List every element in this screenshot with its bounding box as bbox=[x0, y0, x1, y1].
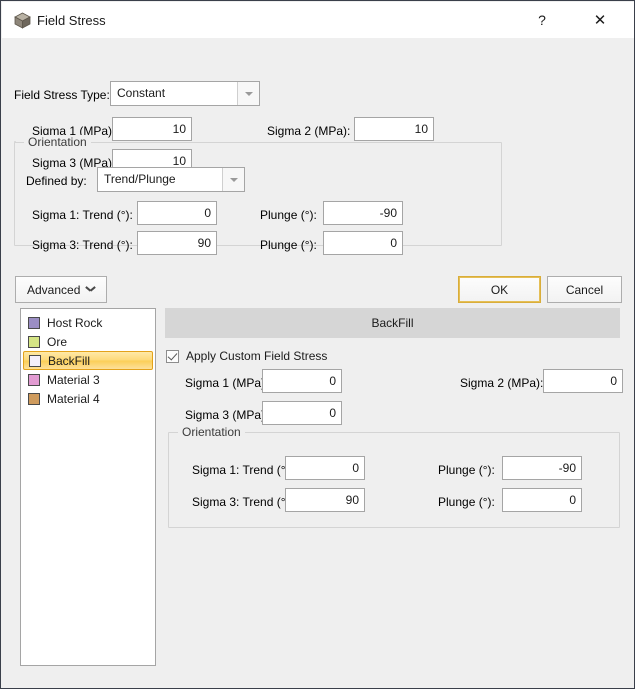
advanced-button-label: Advanced bbox=[27, 282, 81, 297]
field-stress-type-value: Constant bbox=[117, 86, 166, 100]
detail-sigma1-label: Sigma 1 (MPa): bbox=[185, 376, 269, 390]
field-stress-type-label: Field Stress Type: bbox=[14, 88, 110, 102]
chevron-down-icon bbox=[244, 91, 253, 96]
sigma1-trend-label: Sigma 1: Trend (°): bbox=[32, 208, 133, 222]
detail-orientation-title: Orientation bbox=[178, 425, 245, 439]
sigma1-trend-input[interactable] bbox=[137, 201, 217, 225]
material-color-swatch bbox=[28, 335, 40, 348]
detail-sigma3-trend-label: Sigma 3: Trend (°): bbox=[192, 495, 293, 509]
sigma2-input[interactable] bbox=[354, 117, 434, 141]
main-orientation-title: Orientation bbox=[24, 135, 91, 149]
sigma3-plunge-label: Plunge (°): bbox=[260, 238, 317, 252]
cancel-button[interactable]: Cancel bbox=[547, 276, 622, 303]
material-list-item[interactable]: Ore bbox=[23, 332, 153, 351]
detail-sigma2-label: Sigma 2 (MPa): bbox=[460, 376, 544, 390]
material-list-item[interactable]: Host Rock bbox=[23, 313, 153, 332]
material-color-swatch bbox=[29, 354, 41, 367]
sigma1-plunge-input[interactable] bbox=[323, 201, 403, 225]
defined-by-combo[interactable]: Trend/Plunge bbox=[97, 167, 245, 192]
material-list-item-label: Ore bbox=[47, 334, 68, 349]
material-list-item-label: BackFill bbox=[48, 353, 91, 368]
detail-sigma3-plunge-input[interactable] bbox=[502, 488, 582, 512]
cancel-button-label: Cancel bbox=[565, 282, 604, 297]
material-color-swatch bbox=[28, 316, 40, 329]
detail-sigma2-input[interactable] bbox=[543, 369, 623, 393]
detail-orientation: Orientation bbox=[168, 425, 620, 528]
detail-sigma1-input[interactable] bbox=[262, 369, 342, 393]
material-list-item[interactable]: Material 4 bbox=[23, 389, 153, 408]
detail-sigma1-trend-input[interactable] bbox=[285, 456, 365, 480]
defined-by-dropdown-button[interactable] bbox=[222, 168, 244, 191]
sigma1-plunge-label: Plunge (°): bbox=[260, 208, 317, 222]
material-list-item-label: Material 4 bbox=[47, 391, 100, 406]
detail-sigma1-plunge-input[interactable] bbox=[502, 456, 582, 480]
field-stress-type-dropdown-button[interactable] bbox=[237, 82, 259, 105]
help-button[interactable]: ? bbox=[519, 3, 565, 37]
detail-sigma3-plunge-label: Plunge (°): bbox=[438, 495, 495, 509]
material-list-item[interactable]: BackFill bbox=[23, 351, 153, 370]
material-list-item[interactable]: Material 3 bbox=[23, 370, 153, 389]
detail-panel-header: BackFill bbox=[165, 308, 620, 338]
main-orientation: Orientation bbox=[14, 135, 502, 246]
material-color-swatch bbox=[28, 373, 40, 386]
material-list-item-label: Material 3 bbox=[47, 372, 100, 387]
chevron-down-icon bbox=[86, 286, 95, 291]
sigma1-input[interactable] bbox=[112, 117, 192, 141]
material-list-item-label: Host Rock bbox=[47, 315, 103, 330]
detail-sigma3-trend-input[interactable] bbox=[285, 488, 365, 512]
title-bar: Field Stress ? ✕ bbox=[2, 2, 634, 38]
chevron-down-icon bbox=[229, 177, 238, 182]
cube-icon bbox=[14, 12, 31, 29]
field-stress-type-combo[interactable]: Constant bbox=[110, 81, 260, 106]
page-title: Field Stress bbox=[37, 13, 106, 28]
field-stress-dialog: Field Stress ? ✕ Field Stress Type: Cons… bbox=[0, 0, 635, 689]
advanced-button[interactable]: Advanced bbox=[15, 276, 107, 303]
sigma3-trend-input[interactable] bbox=[137, 231, 217, 255]
ok-button[interactable]: OK bbox=[458, 276, 541, 303]
detail-sigma3-label: Sigma 3 (MPa): bbox=[185, 408, 269, 422]
sigma3-trend-label: Sigma 3: Trend (°): bbox=[32, 238, 133, 252]
detail-panel-header-label: BackFill bbox=[371, 316, 414, 330]
defined-by-value: Trend/Plunge bbox=[104, 172, 176, 186]
ok-button-label: OK bbox=[490, 282, 509, 297]
detail-sigma1-plunge-label: Plunge (°): bbox=[438, 463, 495, 477]
sigma2-label: Sigma 2 (MPa): bbox=[267, 124, 351, 138]
dialog-content: Field Stress Type: Constant Sigma 1 (MPa… bbox=[2, 38, 634, 688]
apply-custom-field-stress-checkbox[interactable] bbox=[166, 349, 179, 363]
apply-custom-field-stress-label: Apply Custom Field Stress bbox=[186, 349, 328, 363]
sigma3-plunge-input[interactable] bbox=[323, 231, 403, 255]
apply-custom-field-stress-row[interactable]: Apply Custom Field Stress bbox=[166, 349, 327, 363]
material-color-swatch bbox=[28, 392, 40, 405]
detail-sigma1-trend-label: Sigma 1: Trend (°): bbox=[192, 463, 293, 477]
material-listbox[interactable]: Host Rock Ore BackFill Material 3 Material 4 bbox=[20, 308, 156, 666]
close-button[interactable]: ✕ bbox=[577, 3, 623, 37]
defined-by-label: Defined by: bbox=[26, 174, 87, 188]
detail-sigma3-input[interactable] bbox=[262, 401, 342, 425]
